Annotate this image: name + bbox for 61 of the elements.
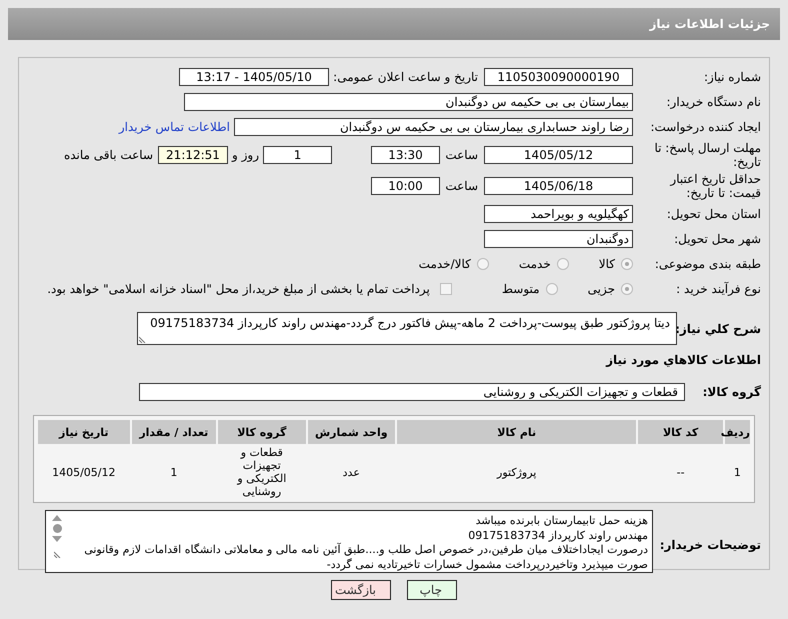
description-field[interactable]: دیتا پروژکتور طبق پیوست-پرداخت 2 ماهه-پیش فاکتور درج گردد-مهندس راوند کارپرداز 09175183734 [137,312,677,345]
field-label: روز و [232,148,259,162]
field-label: شرح کلي نياز: [677,321,762,338]
input-field[interactable]: کهگیلویه و بویراحمد [484,205,633,223]
input-field[interactable]: 1405/05/10 - 13:17 [179,68,329,86]
radio-button[interactable] [476,258,489,270]
scroll-thumb-icon[interactable] [52,524,62,533]
column-header: کد کالا [638,420,723,444]
input-field[interactable]: دوگنبدان [484,230,633,248]
field-label: ایجاد کننده درخواست: [649,120,762,134]
input-field[interactable]: 1105030090000190 [484,68,633,86]
option-label: کالا [598,257,615,271]
column-header: واحد شمارش [308,420,396,444]
notes-text: هزینه حمل تابیمارستان بابرنده میباشد مهندس راوند کارپرداز 09175183734 درصورت ایجاداختلاف میان طرفین،در خصوص اصل طلب و....طبق آئین نامه مالی و معاملاتی دانشگاه اقدامات لازم وقانونی صورت میپذیرد وتاخیردرپرداخت مشمول خسارات تاخیرتادیه نمی گردد- [83,513,649,572]
column-header: گروه کالا [218,420,306,444]
field-label: توضیحات خریدار: [658,537,762,554]
field-label: گروه کالا: [702,385,762,399]
page-title: جزئیات اطلاعات نیاز [649,17,770,31]
field-label: حداقل تاریخ اعتبار قیمت: تا تاریخ: [668,172,762,200]
radio-button[interactable] [621,283,633,295]
field-label: شماره نیاز: [703,70,762,84]
field-label: طبقه بندی موضوعی: [654,257,762,271]
field-label: مهلت ارسال پاسخ: تا تاریخ: [653,141,762,169]
field-label: استان محل تحویل: [666,207,762,221]
radio-button[interactable] [556,258,569,270]
resize-grip-icon[interactable] [139,336,146,343]
option-label: جزیی [588,282,615,296]
input-field[interactable]: 13:30 [371,146,440,164]
input-field[interactable]: 10:00 [371,177,440,195]
input-field[interactable]: رضا راوند حسابداری بیمارستان بی بی حکیمه س دوگنبدان [234,118,633,136]
radio-button[interactable] [621,258,633,270]
column-header: تاریخ نیاز [38,420,130,444]
radio-button[interactable] [546,283,558,295]
checkbox-label: پرداخت تمام یا بخشی از مبلغ خرید،از محل "اسناد خزانه اسلامی" خواهد بود. [47,282,430,296]
input-field[interactable]: 1405/06/18 [484,177,633,195]
field-label: ساعت [444,179,478,193]
field-label: تاریخ و ساعت اعلان عمومی: [333,70,478,84]
option-label: کالا/خدمت [418,257,471,271]
field-label: نوع فرآیند خرید : [675,282,762,296]
back-button[interactable]: بازگشت [331,580,391,600]
input-field[interactable]: 1 [263,146,332,164]
section-heading: اطلاعات كالاهاي مورد نياز [604,353,762,367]
field-label: ساعت باقی مانده [64,148,153,162]
resize-grip-icon[interactable] [54,551,60,558]
description-text: دیتا پروژکتور طبق پیوست-پرداخت 2 ماهه-پیش فاکتور درج گردد-مهندس راوند کارپرداز 09175183734 [150,316,670,330]
field-label: نام دستگاه خریدار: [666,95,762,109]
column-header: تعداد / مقدار [132,420,216,444]
option-label: متوسط [502,282,540,296]
column-header: نام کالا [397,420,636,444]
field-label: شهر محل تحویل: [673,232,762,246]
option-label: خدمت [518,257,551,271]
scroll-down-icon[interactable] [52,536,62,542]
input-field[interactable]: 1405/05/12 [484,146,633,164]
field-label: ساعت [444,148,478,162]
checkbox[interactable] [440,283,452,295]
input-field[interactable]: قطعات و تجهیزات الکتریکی و روشنایی [139,383,685,401]
contact-link[interactable]: اطلاعات تماس خریدار [118,120,230,134]
input-field[interactable]: بیمارستان بی بی حکیمه س دوگنبدان [184,93,633,111]
scroll-up-icon[interactable] [52,515,62,521]
print-button[interactable]: چاپ [407,580,457,600]
countdown-field[interactable]: 21:12:51 [158,146,228,164]
